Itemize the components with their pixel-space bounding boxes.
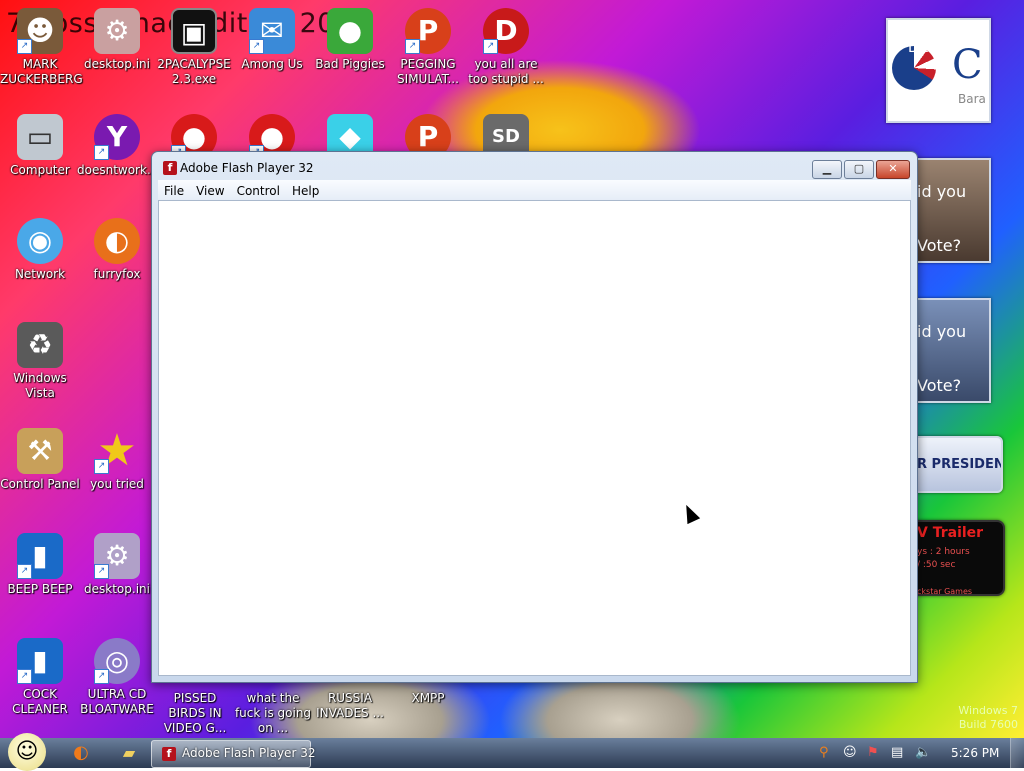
devcpp-icon: D ↗ [483,8,529,54]
flash-player-icon: f [162,747,176,761]
trailer-gadget[interactable]: V Trailer ys : 2 hours / :50 sec ckstar … [913,520,1005,596]
desktop-icon-recycle-bin[interactable]: ♻ Windows Vista [0,322,80,401]
desktop-icon-network[interactable]: ◉ Network [0,218,80,282]
action-center-flag-icon[interactable]: ⚑ [867,745,879,760]
menu-file[interactable]: File [158,181,190,201]
firefox-icon: ◐ [94,218,140,264]
volume-icon[interactable]: 🔈 [915,745,931,760]
flash-player-window[interactable]: f Adobe Flash Player 32 ▁ ▢ ✕ File View Co… [151,151,918,683]
desktop-icon-ultra-cd[interactable]: ◎ ↗ ULTRA CD BLOATWARE [77,638,157,717]
app-icon: ▮ ↗ [17,533,63,579]
control-panel-icon: ⚒ [17,428,63,474]
desktop-icon-doesntwork[interactable]: Y ↗ doesntwork... [77,114,158,178]
firefox-taskbar-icon[interactable]: ◐ [64,740,98,766]
desktop: 7 BossKanae Edition 2012 ☻↗ MARK ZUCKERB… [0,0,1024,738]
menu-control[interactable]: Control [231,181,286,201]
close-button[interactable]: ✕ [876,160,910,179]
build-watermark: Windows 7 Build 7600 [958,704,1018,731]
vote-gadget-1[interactable]: id you Vote? [913,158,991,263]
menu-bar: File View Control Help [158,180,911,200]
recycle-bin-icon: ♻ [17,322,63,368]
console-icon: ▣ [171,8,217,54]
star-icon: ★ ↗ [94,428,140,474]
desktop-icon-desktop-ini-2[interactable]: ⚙ ↗ desktop.ini [77,533,157,597]
start-button[interactable]: ☺ [8,733,46,771]
clock[interactable]: 5:26 PM [951,746,999,760]
desktop-icon-cock-cleaner[interactable]: ▮ ↗ COCK CLEANER [0,638,80,717]
desktop-icon-mark-zuckerberg[interactable]: ☻ ↗ MARK ZUCKERBERG [0,8,83,87]
vote-gadget-2[interactable]: id you Vote? [913,298,991,403]
mail-icon: ✉ ↗ [249,8,295,54]
search-icon[interactable]: ⚲ [819,745,829,760]
computer-icon: ▭ [17,114,63,160]
pig-icon: ● [327,8,373,54]
app-icon: ▮ ↗ [17,638,63,684]
desktop-icon-desktop-ini[interactable]: ⚙ desktop.ini [77,8,157,72]
desktop-icon-among-us[interactable]: ✉ ↗ Among Us [232,8,312,72]
obama-gadget[interactable]: Did C Bara [886,18,991,123]
desktop-icon-xmpp[interactable]: XMPP [388,688,468,706]
desktop-icon-furryfox[interactable]: ◐ furryfox [77,218,157,282]
menu-view[interactable]: View [190,181,230,201]
desktop-icon-computer[interactable]: ▭ Computer [0,114,80,178]
maximize-button[interactable]: ▢ [844,160,874,179]
yahoo-icon: Y ↗ [94,114,140,160]
minimize-button[interactable]: ▁ [812,160,842,179]
flash-player-icon: f [163,161,177,175]
show-desktop-button[interactable] [1010,738,1024,768]
desktop-icon-bad-piggies[interactable]: ● Bad Piggies [310,8,390,72]
network-icon[interactable]: ▤ [891,745,903,760]
desktop-icon-beep-beep[interactable]: ▮ ↗ BEEP BEEP [0,533,80,597]
cd-icon: ◎ ↗ [94,638,140,684]
messenger-icon[interactable]: ☺ [843,745,857,760]
person-icon: ☻ ↗ [17,8,63,54]
menu-help[interactable]: Help [286,181,325,201]
president-gadget[interactable]: R PRESIDENT [913,436,1003,493]
desktop-icon-pegging-simulator[interactable]: P ↗ PEGGING SIMULAT... [388,8,468,87]
flash-content-area[interactable] [158,200,911,676]
settings-file-icon: ⚙ [94,8,140,54]
explorer-taskbar-icon[interactable]: ▰ [112,740,146,766]
desktop-icon-dev-cpp[interactable]: D ↗ you all are too stupid ... [466,8,546,87]
network-globe-icon: ◉ [17,218,63,264]
desktop-icon-you-tried[interactable]: ★ ↗ you tried [77,428,157,492]
desktop-icon-control-panel[interactable]: ⚒ Control Panel [0,428,80,492]
desktop-icon-2pacalypse[interactable]: ▣ 2PACALYPSE 2.3.exe [154,8,234,87]
desktop-icon-pissed-birds[interactable]: PISSED BIRDS IN VIDEO G... [155,688,235,736]
desktop-icon-what-the[interactable]: what the fuck is going on ... [233,688,313,736]
settings-file-icon: ⚙ ↗ [94,533,140,579]
desktop-icon-russia[interactable]: RUSSIA INVADES ... [310,688,390,721]
p-logo-icon: P ↗ [405,8,451,54]
taskbar-item-flash-player[interactable]: f Adobe Flash Player 32 [151,740,315,768]
taskbar: ☺ ◐ ▰ f Adobe Flash Player 32 ⚲ ☺ ⚑ ▤ 🔈 … [0,733,1024,771]
window-title: Adobe Flash Player 32 [180,161,314,175]
